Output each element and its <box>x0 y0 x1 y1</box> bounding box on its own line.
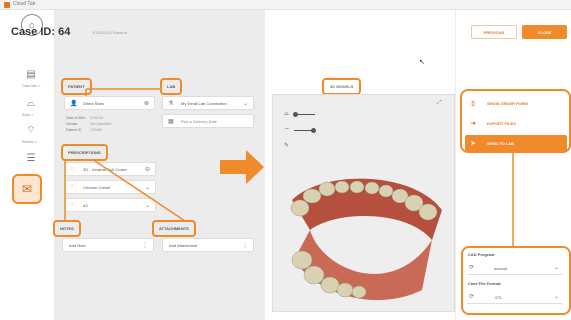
show-order-form-button[interactable]: ▯ SHOW ORDER FORM <box>465 95 567 111</box>
pen-tool[interactable]: ✎ <box>284 142 289 149</box>
chevron-down-icon: ⌄ <box>553 265 559 271</box>
lower-opacity-slider[interactable] <box>293 127 316 133</box>
send-case-nav-icon[interactable]: ✉ <box>12 174 42 204</box>
chevron-down-icon: ⌄ <box>553 294 559 300</box>
upper-jaw-icon: ⌓ <box>284 111 289 117</box>
3d-models-label[interactable]: 3D MODELS <box>322 78 362 95</box>
export-icon: ⇥ <box>470 120 476 127</box>
upper-jaw-opacity[interactable]: ⌓ <box>284 111 315 118</box>
dental-arch-model[interactable] <box>282 170 452 310</box>
file-icon: ⟳ <box>469 294 475 300</box>
close-button[interactable]: CLOSE <box>522 25 567 39</box>
page-title: Case ID: 64 <box>11 26 71 38</box>
cad-icon: ⟳ <box>469 265 475 271</box>
expand-icon[interactable]: ⤢ <box>437 100 442 107</box>
nav-caption-review: Review ✓ <box>22 140 38 144</box>
nav-caption-scan: Scan ✓ <box>22 113 34 117</box>
lower-jaw-opacity[interactable]: ⌔ <box>284 126 316 134</box>
title-bar: Cloud Tab <box>0 0 571 10</box>
mouse-cursor-icon: ↖ <box>419 59 425 66</box>
case-form-icon[interactable]: ▤ <box>20 66 42 82</box>
previous-button[interactable]: PREVIOUS <box>471 25 517 39</box>
send-icon: ➤ <box>470 140 476 147</box>
scan-lower-jaw-icon[interactable]: ⌔ <box>20 122 42 138</box>
app-icon <box>4 2 10 8</box>
lower-jaw-icon: ⌔ <box>284 128 290 134</box>
case-subtitle: 3/15/2024 | Ravena <box>92 30 127 35</box>
arrow-right-icon <box>220 150 264 184</box>
callout-line <box>512 153 514 247</box>
cad-program-label: CAD Program: <box>468 252 496 257</box>
pen-icon: ✎ <box>284 143 290 149</box>
export-files-button[interactable]: ⇥ EXPORT FILES <box>465 115 567 131</box>
nav-caption-case: Case Info ✓ <box>22 84 41 88</box>
scan-upper-jaw-icon[interactable]: ⌓ <box>20 95 42 111</box>
window-title: Cloud Tab <box>13 1 36 7</box>
cad-program-select[interactable]: ⟳ exocad ⌄ <box>467 262 563 275</box>
upper-opacity-slider[interactable] <box>292 112 315 117</box>
send-to-lab-button[interactable]: ➤ SEND TO LAB <box>465 135 567 151</box>
file-format-select[interactable]: ⟳ .STL ⌄ <box>467 291 563 304</box>
document-icon: ▯ <box>471 100 475 107</box>
file-format-label: Case File Format: <box>468 281 502 286</box>
bite-scan-icon[interactable]: ☰ <box>20 150 42 166</box>
